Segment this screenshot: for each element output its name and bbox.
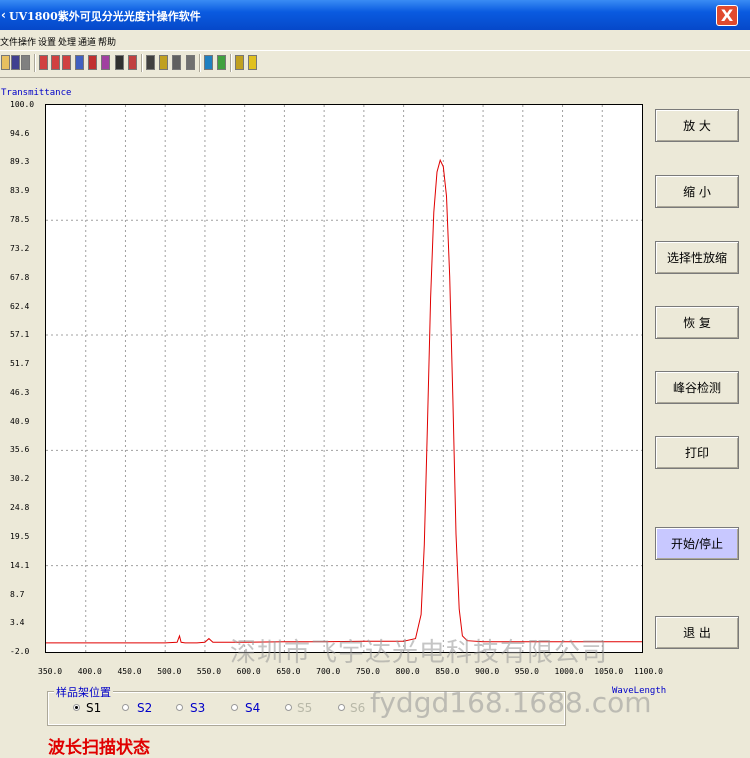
peak-icon[interactable]: [88, 55, 97, 70]
radio-s5: [285, 704, 292, 711]
peak-detect-button[interactable]: 峰谷检测: [655, 371, 739, 404]
plot-area[interactable]: [45, 104, 643, 653]
status-text: 波长扫描状态: [48, 738, 150, 758]
app-icon: ‹: [1, 8, 6, 22]
spectrum-line: [46, 158, 642, 644]
x-tick-label: 400.0: [77, 667, 102, 676]
y-tick-label: 40.9: [10, 416, 30, 426]
y-axis-title: Transmittance: [1, 88, 72, 98]
radio-s4-label: S4: [245, 701, 261, 715]
window-title: UV1800紫外可见分光光度计操作软件: [9, 10, 201, 23]
selective-zoom-button[interactable]: 选择性放缩: [655, 241, 739, 274]
y-tick-label: 46.3: [10, 387, 30, 397]
cursor-icon[interactable]: [159, 55, 168, 70]
y-tick-label: 24.8: [10, 503, 30, 513]
y-tick-label: 51.7: [10, 359, 30, 369]
print-icon[interactable]: [21, 55, 30, 70]
y-tick-label: 57.1: [10, 330, 30, 340]
y-tick-label: 62.4: [10, 301, 30, 311]
y-tick-label: 67.8: [10, 272, 30, 282]
toolbar: [0, 50, 750, 78]
zoom-in-button[interactable]: 放 大: [655, 109, 739, 142]
y-tick-label: 89.3: [10, 157, 30, 167]
x-tick-label: 500.0: [157, 667, 182, 676]
radio-s5-label: S5: [297, 701, 313, 715]
y-tick-label: 30.2: [10, 474, 30, 484]
grid-icon[interactable]: [172, 55, 181, 70]
title-bar: ‹ UV1800紫外可见分光光度计操作软件 X: [0, 0, 750, 30]
watermark-site: fydgd168.1688.com: [370, 686, 652, 719]
wave-icon[interactable]: [62, 55, 71, 70]
menu-process[interactable]: 处理: [58, 35, 76, 48]
radio-s3-label: S3: [190, 701, 206, 715]
x-tick-label: 550.0: [196, 667, 222, 676]
radio-s6-label: S6: [350, 701, 366, 715]
y-tick-label: 100.0: [10, 100, 35, 109]
y-tick-label: 19.5: [10, 531, 30, 541]
settings-icon[interactable]: [204, 55, 213, 70]
scan-multi-icon[interactable]: [51, 55, 60, 70]
scan-icon[interactable]: [39, 55, 48, 70]
y-tick-label: 35.6: [10, 445, 30, 455]
sample-holder-label: 样品架位置: [54, 684, 113, 700]
undo-icon[interactable]: [146, 55, 155, 70]
radio-s2-label: S2: [137, 701, 153, 715]
export-icon[interactable]: [186, 55, 195, 70]
color-icon[interactable]: [217, 55, 226, 70]
radio-s6: [338, 704, 345, 711]
y-tick-label: 14.1: [10, 560, 30, 570]
radio-s4[interactable]: [231, 704, 238, 711]
menu-file[interactable]: 文件: [0, 35, 18, 48]
y-tick-label: 73.2: [10, 243, 30, 253]
zoom-out-button[interactable]: 缩 小: [655, 175, 739, 208]
exit-button[interactable]: 退 出: [655, 616, 739, 649]
tools-icon[interactable]: [115, 55, 124, 70]
y-tick-label: 3.4: [10, 618, 25, 628]
open-icon[interactable]: [1, 55, 10, 70]
start-stop-button[interactable]: 开始/停止: [655, 527, 739, 560]
zoom-icon[interactable]: [75, 55, 84, 70]
radio-s3[interactable]: [176, 704, 183, 711]
restore-button[interactable]: 恢 复: [655, 306, 739, 339]
x-tick-label: 1100.0: [634, 667, 663, 676]
y-tick-label: 78.5: [10, 215, 30, 225]
menu-operate[interactable]: 操作: [18, 35, 36, 48]
save-icon[interactable]: [11, 55, 20, 70]
y-tick-label: 94.6: [10, 128, 30, 138]
print-button[interactable]: 打印: [655, 436, 739, 469]
radio-s1-label: S1: [86, 701, 102, 715]
menu-bar: 文件 操作 设置 处理 通道 帮助: [0, 31, 750, 49]
menu-settings[interactable]: 设置: [38, 35, 56, 48]
x-tick-label: 350.0: [38, 667, 63, 676]
y-tick-label: 83.9: [10, 186, 30, 196]
baseline-icon[interactable]: [128, 55, 137, 70]
measure-icon[interactable]: [101, 55, 110, 70]
x-tick-label: 450.0: [117, 667, 142, 676]
radio-s2[interactable]: [122, 704, 129, 711]
radio-s1[interactable]: [73, 704, 80, 711]
menu-channel[interactable]: 通道: [78, 35, 96, 48]
close-button[interactable]: X: [716, 5, 738, 26]
menu-help[interactable]: 帮助: [98, 35, 116, 48]
watermark-company: 深圳市飞宇达光电科技有限公司: [230, 638, 609, 668]
text-icon[interactable]: [235, 55, 244, 70]
warning-icon[interactable]: [248, 55, 257, 70]
y-tick-label: 8.7: [10, 589, 25, 599]
y-tick-label: -2.0: [10, 647, 30, 656]
spectrum-chart: [46, 105, 642, 652]
